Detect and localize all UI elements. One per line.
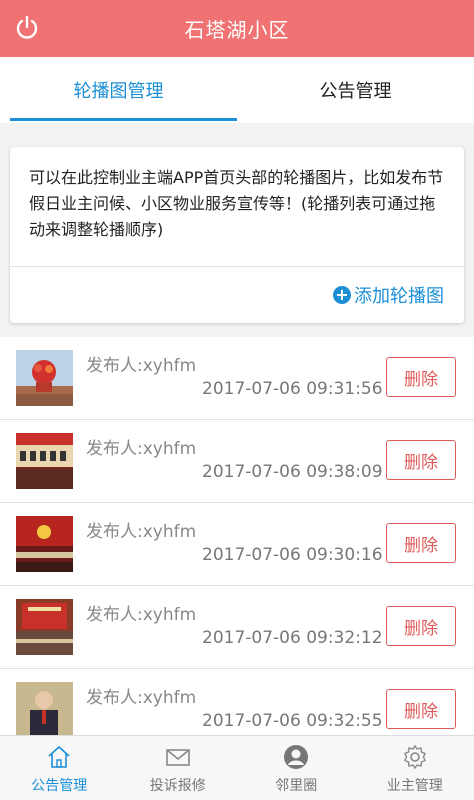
gear-icon: [402, 744, 428, 770]
power-icon[interactable]: [14, 15, 40, 41]
banner-thumbnail: [16, 682, 73, 735]
app-header: 石塔湖小区: [0, 0, 474, 57]
publisher-label: 发布人:xyhfm: [86, 600, 196, 625]
publish-time: 2017-07-06 09:32:55: [202, 711, 383, 731]
page-title: 石塔湖小区: [185, 14, 290, 43]
tab-bar: 轮播图管理 公告管理: [0, 57, 474, 123]
nav-label: 公告管理: [31, 775, 87, 795]
publisher-label: 发布人:xyhfm: [86, 683, 196, 708]
nav-item-neighborhood[interactable]: 邻里圈: [237, 736, 356, 800]
banner-thumbnail: [16, 516, 73, 572]
delete-button[interactable]: 删除: [386, 689, 456, 729]
info-card: 可以在此控制业主端APP首页头部的轮播图片，比如发布节假日业主问候、小区物业服务…: [10, 147, 464, 323]
user-circle-icon: [283, 744, 309, 770]
nav-item-owner-management[interactable]: 业主管理: [356, 736, 474, 800]
nav-item-complaints[interactable]: 投诉报修: [119, 736, 238, 800]
card-divider: [10, 266, 464, 267]
delete-button[interactable]: 删除: [386, 606, 456, 646]
add-banner-label: 添加轮播图: [354, 282, 444, 308]
add-banner-button[interactable]: + 添加轮播图: [333, 281, 444, 309]
publisher-label: 发布人:xyhfm: [86, 517, 196, 542]
mail-icon: [165, 744, 191, 770]
banner-row[interactable]: 发布人:xyhfm 2017-07-06 09:32:55 删除: [0, 669, 474, 735]
delete-button[interactable]: 删除: [386, 357, 456, 397]
banner-row[interactable]: 发布人:xyhfm 2017-07-06 09:31:56 删除: [0, 337, 474, 420]
publish-time: 2017-07-06 09:32:12: [202, 628, 383, 648]
publish-time: 2017-07-06 09:38:09: [202, 462, 383, 482]
home-icon: [46, 744, 72, 770]
nav-label: 投诉报修: [150, 775, 206, 795]
publisher-label: 发布人:xyhfm: [86, 351, 196, 376]
publisher-label: 发布人:xyhfm: [86, 434, 196, 459]
delete-button[interactable]: 删除: [386, 523, 456, 563]
plus-circle-icon: +: [333, 286, 351, 304]
banner-row[interactable]: 发布人:xyhfm 2017-07-06 09:32:12 删除: [0, 586, 474, 669]
nav-item-announcements[interactable]: 公告管理: [0, 736, 119, 800]
publish-time: 2017-07-06 09:30:16: [202, 545, 383, 565]
banner-thumbnail: [16, 350, 73, 406]
banner-thumbnail: [16, 433, 73, 489]
banner-row[interactable]: 发布人:xyhfm 2017-07-06 09:30:16 删除: [0, 503, 474, 586]
banner-thumbnail: [16, 599, 73, 655]
bottom-navigation: 公告管理 投诉报修 邻里圈 业主管理: [0, 735, 474, 800]
tab-announcement-management[interactable]: 公告管理: [237, 57, 474, 123]
banner-row[interactable]: 发布人:xyhfm 2017-07-06 09:38:09 删除: [0, 420, 474, 503]
publish-time: 2017-07-06 09:31:56: [202, 379, 383, 399]
info-description: 可以在此控制业主端APP首页头部的轮播图片，比如发布节假日业主问候、小区物业服务…: [29, 165, 447, 243]
banner-list: 发布人:xyhfm 2017-07-06 09:31:56 删除 发布人:xyh…: [0, 337, 474, 735]
tab-banner-management[interactable]: 轮播图管理: [0, 57, 237, 123]
delete-button[interactable]: 删除: [386, 440, 456, 480]
nav-label: 业主管理: [387, 775, 443, 795]
nav-label: 邻里圈: [275, 775, 317, 795]
